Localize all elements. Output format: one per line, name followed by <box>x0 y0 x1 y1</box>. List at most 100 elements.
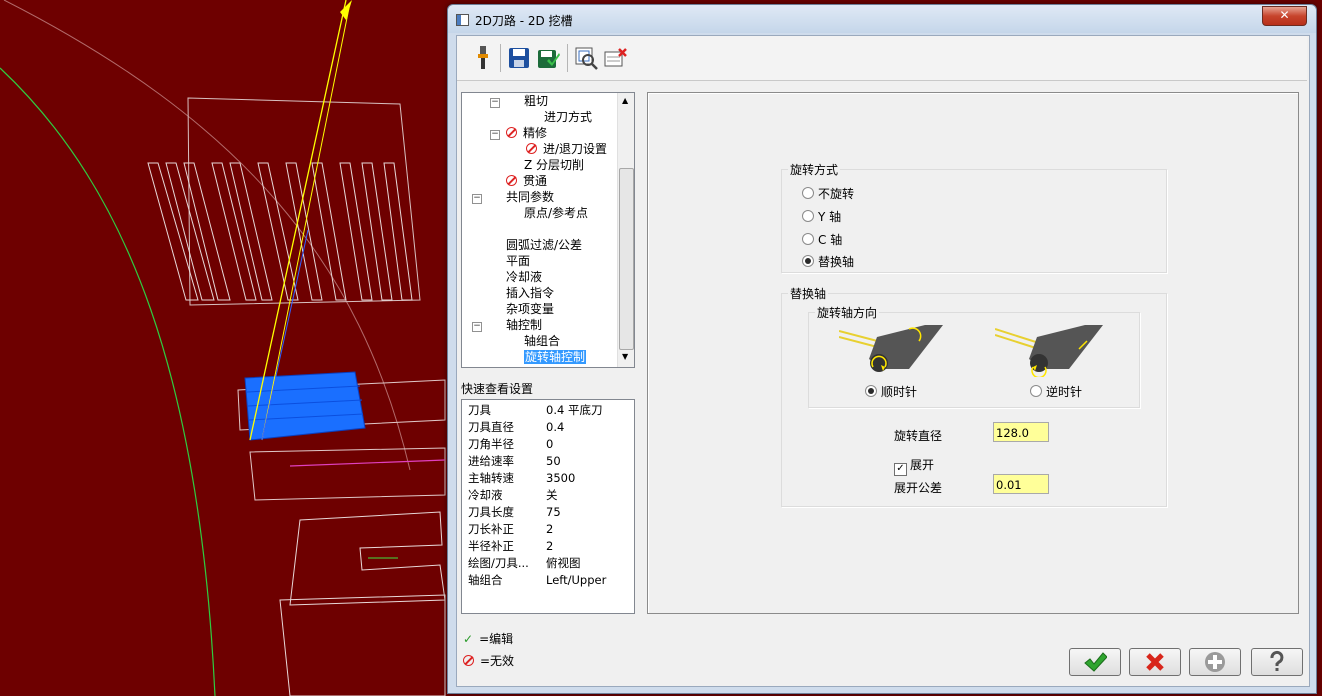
collapse-icon[interactable]: − <box>472 322 482 332</box>
toolbar-separator <box>567 44 568 72</box>
add-button[interactable] <box>1189 648 1241 676</box>
graphics-viewport[interactable] <box>0 0 450 696</box>
radio-clockwise[interactable]: 顺时针 <box>865 383 917 400</box>
qv-value: 俯视图 <box>546 556 581 570</box>
group-title: 旋转轴方向 <box>815 304 880 321</box>
unroll-label: 展开 <box>910 458 935 472</box>
plus-icon <box>1205 652 1225 672</box>
radio-icon <box>1030 385 1042 397</box>
radio-label: C 轴 <box>818 233 843 247</box>
checkbox-checked-icon: ✓ <box>894 463 907 476</box>
close-button[interactable]: ✕ <box>1262 6 1307 26</box>
tree-item-label: 平面 <box>506 254 531 268</box>
tree-item-entry[interactable]: 进刀方式 <box>544 109 592 125</box>
collapse-icon[interactable]: − <box>490 130 500 140</box>
list-item: 刀具长度 75 <box>468 504 561 521</box>
qv-value: 50 <box>546 454 561 468</box>
list-item: 刀具 0.4 平底刀 <box>468 402 602 419</box>
tree-item-finish[interactable]: 精修 <box>506 125 547 141</box>
qv-value: 2 <box>546 522 554 536</box>
qv-key: 主轴转速 <box>468 471 514 485</box>
parameter-tree[interactable]: − 粗切 进刀方式 − 精修 进/退刀设置 Z 分层切削 贯通 − 共同参数 原… <box>461 92 635 368</box>
tree-item-canned-text[interactable]: 插入指令 <box>506 285 554 301</box>
qv-key: 刀角半径 <box>468 437 514 451</box>
list-item: 主轴转速 3500 <box>468 470 575 487</box>
tree-scrollbar[interactable]: ▲ ▼ <box>617 93 634 367</box>
scroll-thumb[interactable] <box>619 168 634 350</box>
tree-item-axis-combo[interactable]: 轴组合 <box>524 333 560 349</box>
tree-item-planes[interactable]: 平面 <box>506 253 530 269</box>
cancel-button[interactable] <box>1129 648 1181 676</box>
scroll-up-icon[interactable]: ▲ <box>622 96 628 105</box>
tree-item-label: 贯通 <box>523 174 548 188</box>
tree-item-depth-cuts[interactable]: Z 分层切削 <box>524 157 584 173</box>
rotation-mode-group: 旋转方式 不旋转 Y 轴 C 轴 替换轴 <box>781 161 1167 273</box>
legend-invalid: =无效 <box>463 652 514 674</box>
qv-key: 刀具 <box>468 403 491 417</box>
tree-item-label: Z 分层切削 <box>524 158 585 172</box>
tree-item-leadinout[interactable]: 进/退刀设置 <box>526 141 607 157</box>
close-icon <box>1146 653 1164 671</box>
save-all-icon[interactable] <box>536 44 562 72</box>
rotation-direction-group: 旋转轴方向 顺时针 逆时针 <box>808 304 1140 408</box>
tree-item-label: 精修 <box>523 126 548 140</box>
tree-item-label: 冷却液 <box>506 270 543 284</box>
replace-axis-group: 替换轴 旋转轴方向 顺时针 逆时针 旋转直径 128.0 ✓ 展开 展开公差 0.… <box>781 285 1167 507</box>
tree-item-breakthrough[interactable]: 贯通 <box>506 173 547 189</box>
ok-button[interactable] <box>1069 648 1121 676</box>
unroll-tolerance-label: 展开公差 <box>894 481 943 495</box>
tree-item-label: 旋转轴控制 <box>524 350 587 364</box>
legend-edit-label: =编辑 <box>479 632 514 646</box>
checkmark-icon <box>1084 652 1107 672</box>
tree-item-label: 粗切 <box>524 94 549 108</box>
qv-key: 冷却液 <box>468 488 503 502</box>
counterclockwise-illustration-icon <box>994 323 1115 380</box>
group-title: 旋转方式 <box>788 161 841 178</box>
title-bar[interactable]: 2D刀路 - 2D 挖槽 ✕ <box>448 5 1316 33</box>
tree-item-coolant[interactable]: 冷却液 <box>506 269 542 285</box>
invalid-icon <box>463 655 474 666</box>
radio-counterclockwise[interactable]: 逆时针 <box>1030 383 1082 400</box>
list-item: 刀长补正 2 <box>468 521 553 538</box>
dialog-body: − 粗切 进刀方式 − 精修 进/退刀设置 Z 分层切削 贯通 − 共同参数 原… <box>456 35 1310 687</box>
radio-replace-axis[interactable]: 替换轴 <box>802 253 854 270</box>
collapse-icon[interactable]: − <box>490 98 500 108</box>
list-item: 刀具直径 0.4 <box>468 419 564 436</box>
unroll-tolerance-input[interactable]: 0.01 <box>993 474 1049 494</box>
legend: ✓ =编辑 =无效 <box>463 630 514 674</box>
tree-item-axis-control[interactable]: 轴控制 <box>506 317 542 333</box>
radio-label: 替换轴 <box>818 255 855 269</box>
unroll-checkbox[interactable]: ✓ 展开 <box>894 456 934 476</box>
scroll-down-icon[interactable]: ▼ <box>622 352 628 361</box>
diameter-input[interactable]: 128.0 <box>993 422 1049 442</box>
radio-no-rotation[interactable]: 不旋转 <box>802 185 854 202</box>
tree-item-label: 进刀方式 <box>544 110 593 124</box>
tree-item-misc-values[interactable]: 杂项变量 <box>506 301 554 317</box>
tree-item-rough[interactable]: 粗切 <box>524 93 548 109</box>
tree-item-home[interactable]: 原点/参考点 <box>524 205 588 221</box>
radio-label: 不旋转 <box>818 187 855 201</box>
tool-icon[interactable] <box>470 44 496 72</box>
qv-key: 刀具直径 <box>468 420 514 434</box>
tree-item-arc-filter[interactable]: 圆弧过滤/公差 <box>506 237 582 253</box>
list-item: 绘图/刀具... 俯视图 <box>468 555 581 572</box>
preview-icon[interactable] <box>573 44 599 72</box>
help-button[interactable] <box>1251 648 1303 676</box>
list-item: 进给速率 50 <box>468 453 561 470</box>
qv-key: 轴组合 <box>468 573 503 587</box>
radio-c-axis[interactable]: C 轴 <box>802 231 842 248</box>
dialog-title: 2D刀路 - 2D 挖槽 <box>475 14 573 28</box>
toolpath-dialog: 2D刀路 - 2D 挖槽 ✕ − 粗切 进刀方式 − 精修 进/退刀设置 Z 分… <box>447 4 1317 694</box>
legend-invalid-label: =无效 <box>480 654 515 668</box>
collapse-icon[interactable]: − <box>472 194 482 204</box>
tree-item-rotary-axis[interactable]: 旋转轴控制 <box>524 349 587 365</box>
tree-item-linking[interactable]: 共同参数 <box>506 189 554 205</box>
delete-icon[interactable] <box>603 44 629 72</box>
tree-item-label: 进/退刀设置 <box>543 142 608 156</box>
radio-y-axis[interactable]: Y 轴 <box>802 208 841 225</box>
save-icon[interactable] <box>506 44 532 72</box>
radio-icon <box>802 233 814 245</box>
radio-selected-icon <box>802 255 814 267</box>
tree-item-label: 共同参数 <box>506 190 555 204</box>
qv-key: 刀长补正 <box>468 522 514 536</box>
